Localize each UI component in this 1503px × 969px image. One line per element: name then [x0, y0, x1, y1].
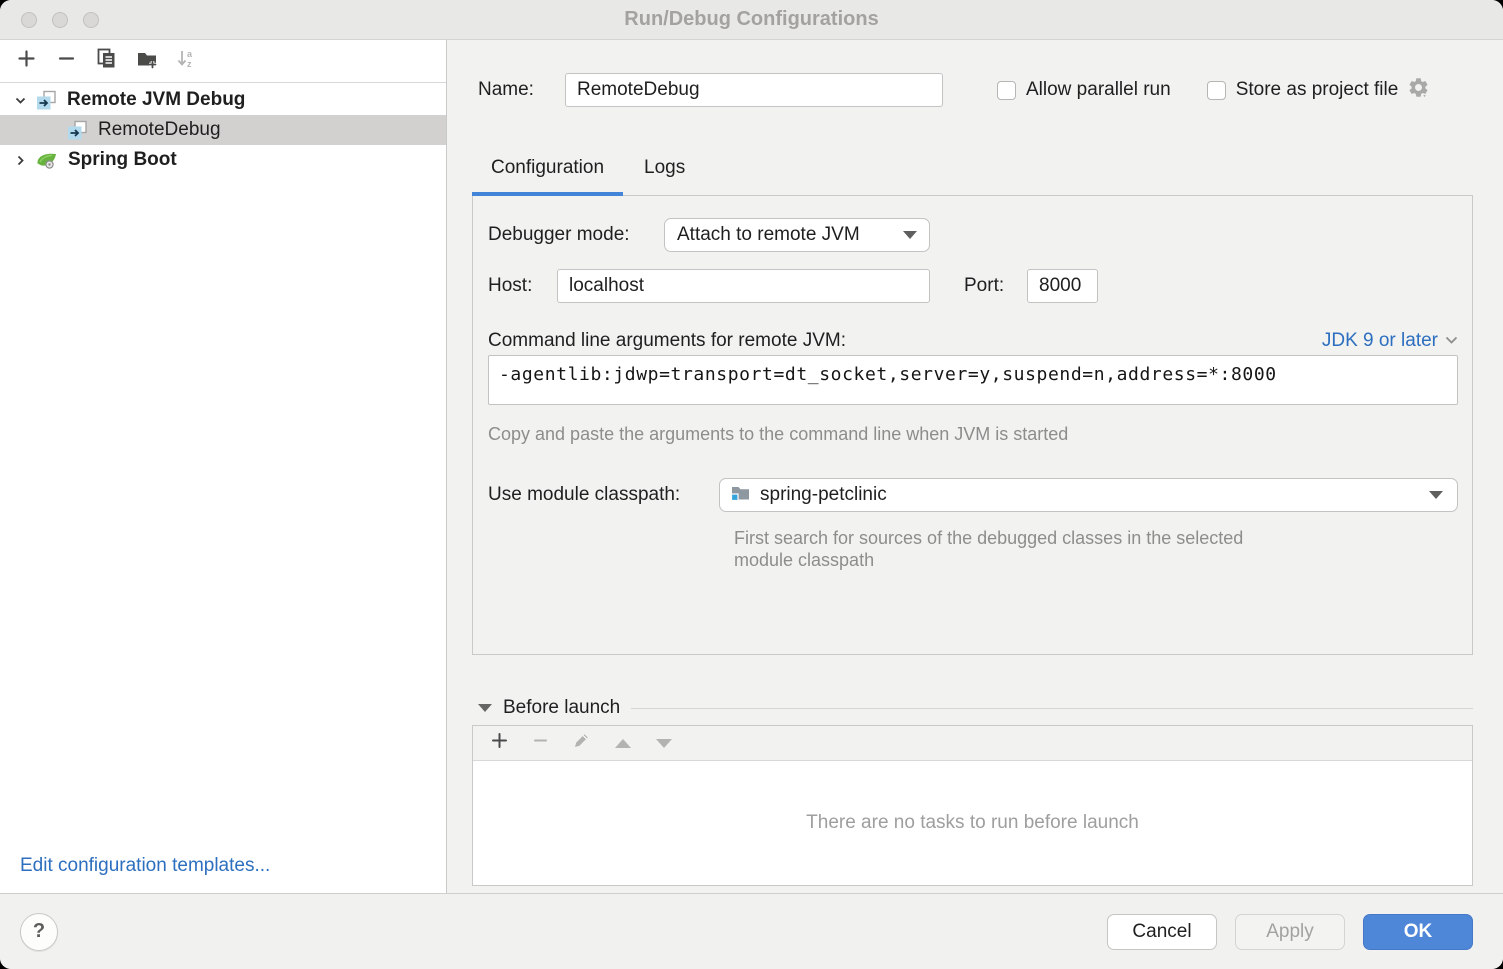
minimize-window-button[interactable] — [52, 12, 68, 28]
configuration-panel: Debugger mode: Attach to remote JVM Host… — [472, 195, 1473, 655]
tree-item-label: Remote JVM Debug — [67, 89, 245, 111]
move-task-down-button[interactable] — [650, 730, 677, 757]
add-task-button[interactable] — [486, 730, 513, 757]
section-divider — [631, 708, 1473, 709]
module-classpath-select[interactable]: spring-petclinic — [719, 478, 1458, 512]
chevron-right-icon[interactable] — [9, 153, 31, 168]
remote-jvm-debug-icon — [35, 89, 58, 112]
cmdline-label-row: Command line arguments for remote JVM: J… — [488, 330, 1458, 352]
sort-configurations-button[interactable]: a z — [173, 48, 200, 75]
window-title: Run/Debug Configurations — [624, 8, 878, 31]
remove-configuration-button[interactable] — [53, 48, 80, 75]
module-classpath-row: Use module classpath: spring-petclinic — [488, 478, 1458, 512]
store-options-button[interactable] — [1407, 76, 1430, 104]
before-launch-title: Before launch — [503, 697, 620, 719]
host-input[interactable] — [557, 269, 930, 303]
cmdline-arguments-textarea[interactable]: -agentlib:jdwp=transport=dt_socket,serve… — [488, 355, 1458, 405]
tree-item-spring-boot[interactable]: Spring Boot — [0, 145, 446, 175]
new-folder-icon — [136, 48, 158, 75]
traffic-lights — [21, 12, 99, 28]
port-input[interactable] — [1027, 269, 1098, 303]
tree-item-label: RemoteDebug — [98, 119, 221, 141]
tree-item-remotedebug[interactable]: RemoteDebug — [0, 115, 446, 145]
name-input[interactable] — [565, 73, 943, 107]
edit-task-button[interactable] — [568, 730, 595, 757]
module-icon — [730, 482, 751, 509]
svg-text:a: a — [187, 49, 193, 59]
edit-configuration-templates-link[interactable]: Edit configuration templates... — [20, 855, 270, 877]
gear-icon — [1407, 76, 1430, 104]
spring-boot-icon — [35, 148, 59, 172]
remove-icon — [57, 49, 76, 73]
port-label: Port: — [964, 275, 1013, 297]
configuration-content: Name: Allow parallel run Store as projec… — [447, 40, 1503, 893]
debugger-mode-row: Debugger mode: Attach to remote JVM — [488, 218, 1458, 252]
host-port-row: Host: Port: — [488, 269, 1458, 303]
tree-item-remote-jvm-debug[interactable]: Remote JVM Debug — [0, 85, 446, 115]
configurations-tree: Remote JVM Debug RemoteDebug — [0, 83, 446, 175]
dialog-footer: ? Cancel Apply OK — [0, 893, 1503, 969]
sidebar-toolbar: a z — [0, 40, 446, 83]
store-as-project-file-label: Store as project file — [1236, 79, 1399, 101]
remove-icon — [532, 732, 549, 754]
module-classpath-label: Use module classpath: — [488, 484, 705, 506]
move-task-up-button[interactable] — [609, 730, 636, 757]
collapse-triangle-icon[interactable] — [478, 704, 492, 712]
tab-configuration[interactable]: Configuration — [472, 157, 623, 196]
cmdline-hint: Copy and paste the arguments to the comm… — [488, 424, 1458, 445]
cmdline-label: Command line arguments for remote JVM: — [488, 330, 846, 352]
run-debug-configurations-dialog: Run/Debug Configurations — [0, 0, 1503, 969]
before-launch-header[interactable]: Before launch — [478, 697, 1473, 719]
tree-item-label: Spring Boot — [68, 149, 177, 171]
before-launch-box: There are no tasks to run before launch — [472, 725, 1473, 886]
copy-icon — [96, 48, 117, 74]
jdk-version-selector[interactable]: JDK 9 or later — [1322, 330, 1458, 352]
copy-configuration-button[interactable] — [93, 48, 120, 75]
name-label: Name: — [478, 79, 548, 101]
new-folder-button[interactable] — [133, 48, 160, 75]
before-launch-toolbar — [473, 726, 1472, 761]
store-as-project-file-checkbox[interactable]: Store as project file — [1207, 79, 1399, 101]
tab-logs[interactable]: Logs — [623, 157, 706, 196]
chevron-down-icon — [1429, 491, 1443, 499]
before-launch-empty-state: There are no tasks to run before launch — [473, 761, 1472, 885]
chevron-down-icon — [1445, 332, 1458, 350]
checkbox-icon — [1207, 81, 1226, 100]
titlebar: Run/Debug Configurations — [0, 0, 1503, 40]
debugger-mode-label: Debugger mode: — [488, 224, 650, 246]
help-button[interactable]: ? — [20, 913, 58, 951]
move-down-icon — [656, 739, 672, 748]
jdk-version-value: JDK 9 or later — [1322, 330, 1438, 352]
debugger-mode-value: Attach to remote JVM — [677, 224, 860, 246]
close-window-button[interactable] — [21, 12, 37, 28]
allow-parallel-run-label: Allow parallel run — [1026, 79, 1171, 101]
debugger-mode-select[interactable]: Attach to remote JVM — [664, 218, 930, 252]
remote-jvm-debug-icon — [66, 119, 89, 142]
add-configuration-button[interactable] — [13, 48, 40, 75]
add-icon — [491, 732, 508, 754]
apply-button[interactable]: Apply — [1235, 914, 1345, 950]
chevron-down-icon — [903, 231, 917, 239]
ok-button[interactable]: OK — [1363, 914, 1473, 950]
chevron-down-icon[interactable] — [9, 93, 31, 108]
svg-text:z: z — [187, 59, 192, 69]
empty-message: There are no tasks to run before launch — [806, 812, 1139, 834]
sort-alpha-icon: a z — [176, 48, 198, 75]
cancel-button[interactable]: Cancel — [1107, 914, 1217, 950]
move-up-icon — [615, 739, 631, 748]
zoom-window-button[interactable] — [83, 12, 99, 28]
add-icon — [17, 49, 36, 73]
module-classpath-hint: First search for sources of the debugged… — [734, 527, 1264, 571]
remove-task-button[interactable] — [527, 730, 554, 757]
edit-icon — [572, 731, 591, 755]
module-classpath-value: spring-petclinic — [760, 484, 887, 506]
host-label: Host: — [488, 275, 543, 297]
checkbox-icon — [997, 81, 1016, 100]
question-mark-icon: ? — [33, 920, 45, 943]
allow-parallel-run-checkbox[interactable]: Allow parallel run — [997, 79, 1171, 101]
configuration-tabs: Configuration Logs — [472, 157, 1473, 196]
configurations-sidebar: a z — [0, 40, 447, 893]
